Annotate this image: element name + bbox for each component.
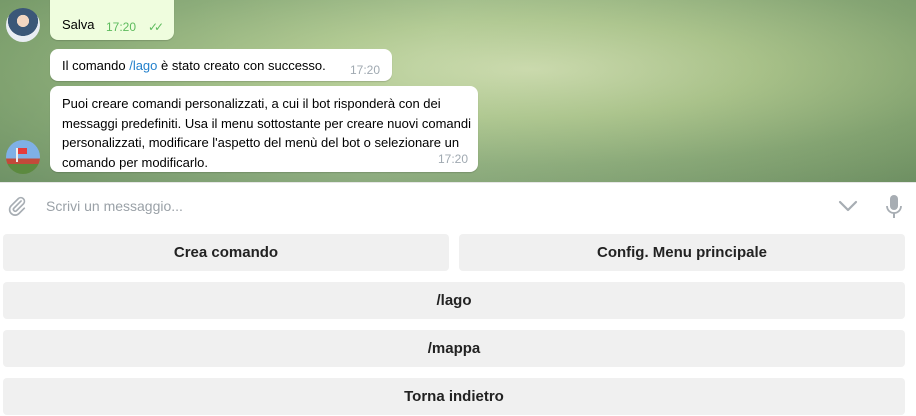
chevron-down-icon[interactable]: [837, 198, 859, 214]
main-menu-config-button[interactable]: Config. Menu principale: [459, 234, 905, 271]
bot-message-help[interactable]: Puoi creare comandi personalizzati, a cu…: [50, 86, 478, 172]
message-time: 17:20: [106, 20, 137, 34]
bot-message-created[interactable]: Il comando /lago è stato creato con succ…: [50, 49, 392, 81]
message-composer: [0, 182, 916, 229]
message-text-suffix: è stato creato con successo.: [157, 58, 326, 73]
bot-avatar[interactable]: [6, 140, 40, 174]
message-input[interactable]: [46, 196, 806, 216]
outgoing-message[interactable]: Salva 17:20 ✓✓: [50, 0, 174, 40]
message-text: Il comando /lago è stato creato con succ…: [62, 58, 326, 73]
microphone-icon[interactable]: [883, 194, 905, 220]
user-avatar[interactable]: [6, 8, 40, 42]
read-check-icon: ✓✓: [148, 20, 164, 34]
message-time: 17:20: [437, 152, 468, 166]
message-text: Salva: [62, 17, 95, 32]
message-text-prefix: Il comando: [62, 58, 130, 73]
flag-icon: [16, 148, 27, 162]
message-time: 17:20: [349, 63, 380, 77]
message-text: Puoi creare comandi personalizzati, a cu…: [62, 96, 471, 170]
bot-keyboard: Crea comando Config. Menu principale /la…: [0, 228, 916, 416]
mappa-command-button[interactable]: /mappa: [3, 330, 905, 367]
back-button[interactable]: Torna indietro: [3, 378, 905, 415]
command-link[interactable]: /lago: [129, 58, 157, 73]
chat-history: Salva 17:20 ✓✓ Il comando /lago è stato …: [0, 0, 916, 182]
create-command-button[interactable]: Crea comando: [3, 234, 449, 271]
paperclip-icon[interactable]: [6, 195, 28, 217]
lago-command-button[interactable]: /lago: [3, 282, 905, 319]
